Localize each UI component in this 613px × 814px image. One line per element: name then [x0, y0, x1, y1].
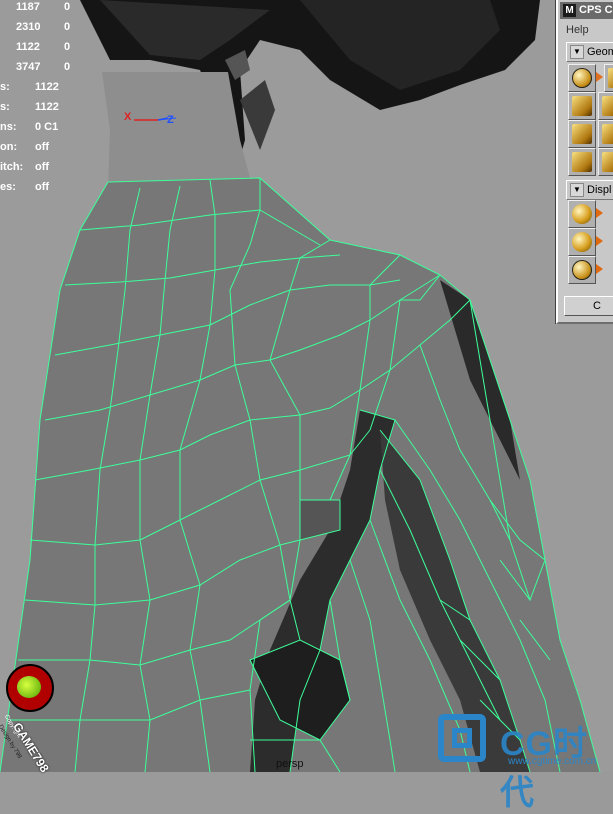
hud-info-label: s:: [0, 101, 10, 113]
axis-x-label: X: [124, 111, 132, 123]
grid-icon: [602, 152, 613, 172]
cg-logo-url: www.cgtime.com.cn: [508, 756, 597, 767]
cps-menubar: Help: [560, 21, 613, 39]
cube-smooth-button[interactable]: [568, 92, 596, 120]
hud-info-label: s:: [0, 81, 10, 93]
toggle-arrow-icon: [596, 236, 603, 246]
vertex-tool-button[interactable]: [598, 120, 613, 148]
proxy-sphere-wire-button[interactable]: [568, 64, 596, 92]
bug-badge-icon: [6, 664, 54, 712]
sphere-icon: [572, 232, 592, 252]
cg-square-logo-icon: [438, 714, 486, 762]
cube-edit-button[interactable]: [598, 92, 613, 120]
cps-titlebar[interactable]: M CPS C: [560, 2, 613, 19]
wire-sphere-icon: [572, 260, 592, 280]
cube-icon: [608, 68, 613, 88]
menu-help[interactable]: Help: [566, 24, 589, 36]
maya-logo-icon: M: [563, 4, 576, 17]
axis-z-label: Z: [167, 114, 174, 126]
hud-selected: 0: [64, 1, 71, 13]
display-smooth-button[interactable]: [568, 200, 596, 228]
subdivide-button[interactable]: [568, 148, 596, 176]
hud-info-label: ns:: [0, 121, 17, 133]
cube-icon: [572, 96, 592, 116]
cps-title: CPS C: [579, 4, 613, 16]
proxy-cube-button[interactable]: [604, 64, 613, 92]
wire-sphere-icon: [572, 68, 592, 88]
hud-value: 2310: [16, 21, 41, 33]
hud-selected: 0: [64, 41, 71, 53]
subdivide-icon: [572, 152, 592, 172]
vertex-tool-icon: [602, 124, 613, 144]
toggle-arrow-icon: [596, 208, 603, 218]
section-display-label: Displ: [587, 184, 612, 196]
section-geometry-label: Geom: [587, 46, 613, 58]
toggle-arrow-icon: [596, 264, 603, 274]
hud-info-label: itch:: [0, 161, 24, 173]
hud-info-label: es:: [0, 181, 16, 193]
hud-value: 3747: [16, 61, 41, 73]
display-proxy-button[interactable]: [568, 228, 596, 256]
sphere-icon: [572, 204, 592, 224]
hud-info-value: 1122: [35, 81, 59, 93]
grid-button[interactable]: [598, 148, 613, 176]
arrow-right-icon: [596, 72, 603, 82]
hud-info-value: 1122: [35, 101, 59, 113]
camera-name-label: persp: [276, 758, 304, 770]
section-display-header[interactable]: ▼ Displ: [566, 180, 613, 200]
hud-selected: 0: [64, 61, 71, 73]
cg-time-logo: CG时代 www.cgtime.com.cn: [436, 712, 613, 812]
hud-value: 1122: [16, 41, 40, 53]
hud-info-value: off: [35, 161, 50, 173]
hud-info-value: 0 C1: [35, 121, 59, 133]
section-geometry-header[interactable]: ▼Geom: [566, 42, 613, 62]
collapse-triangle-icon[interactable]: ▼: [570, 183, 584, 197]
collapse-triangle-icon[interactable]: ▼: [570, 45, 584, 59]
hud-info-value: off: [35, 141, 50, 153]
cube-icon: [602, 96, 613, 116]
hud-info-label: on:: [0, 141, 18, 153]
display-wire-button[interactable]: [568, 256, 596, 284]
edge-tool-icon: [572, 124, 592, 144]
cps-control-window[interactable]: MCPS C Help ▼Geom ▼Displ C: [556, 0, 613, 324]
game798-logo: Copyright GAME798 Design by 798: [0, 656, 100, 775]
cps-close-button[interactable]: C: [564, 296, 613, 316]
hud-info-value: off: [35, 181, 50, 193]
hud-value: 1187: [16, 1, 40, 13]
hud-selected: 0: [64, 21, 71, 33]
edge-tool-button[interactable]: [568, 120, 596, 148]
